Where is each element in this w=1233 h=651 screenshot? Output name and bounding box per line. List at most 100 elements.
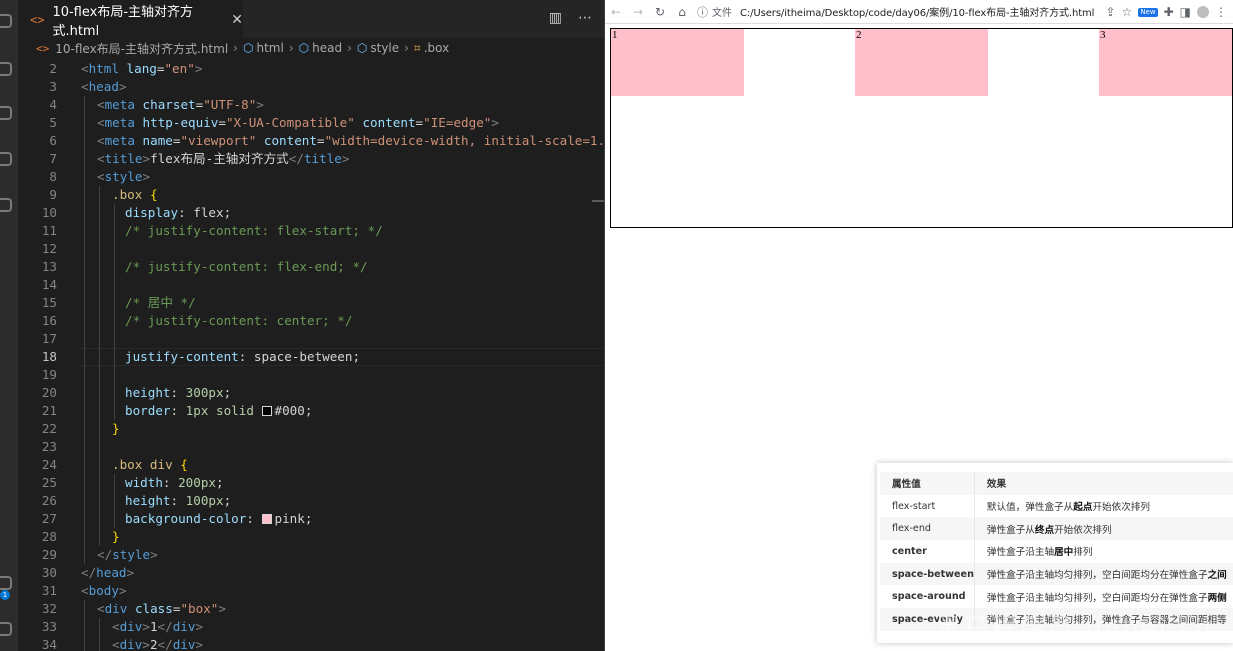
more-actions-icon[interactable]: ⋯ xyxy=(578,10,592,26)
line-number: 14 xyxy=(41,277,57,292)
code-line: 16/* justify-content: center; */ xyxy=(18,312,604,330)
code-line: 8 <style> xyxy=(18,168,604,186)
line-number: 17 xyxy=(41,331,57,346)
code-line: 26 height: 100px; xyxy=(18,492,604,510)
code-line: 23 xyxy=(18,438,604,456)
source-control-icon[interactable] xyxy=(0,106,12,120)
split-editor-icon[interactable]: ▥ xyxy=(549,10,562,26)
line-number: 9 xyxy=(49,187,57,202)
line-number: 29 xyxy=(41,547,57,562)
table-header-row: 属性值 效果 xyxy=(880,472,1233,495)
extensions-icon[interactable] xyxy=(0,198,12,212)
line-number: 10 xyxy=(41,205,57,220)
property-effect: 弹性盒子沿主轴均匀排列，空白间距均分在弹性盒子之间 xyxy=(973,562,1233,586)
tab-title: 10-flex布局-主轴对齐方式.html xyxy=(52,4,194,39)
flex-item: 3 xyxy=(1099,29,1232,96)
code-editor[interactable]: 2 <html lang="en"> 3 <head> 4 <meta charset… xyxy=(18,60,628,651)
table-row: space-between 弹性盒子沿主轴均匀排列，空白间距均分在弹性盒子之间 xyxy=(880,562,1233,586)
code-line: 32 <div class="box"> xyxy=(18,600,604,618)
back-icon[interactable]: ← xyxy=(605,5,627,19)
line-number: 25 xyxy=(41,475,57,490)
code-line-current: 18 justify-content: space-between; xyxy=(18,348,604,366)
activity-bar: 1 xyxy=(0,0,18,651)
profile-avatar[interactable] xyxy=(1197,6,1209,18)
address-scheme: 文件 xyxy=(712,8,732,19)
element-cube-icon: ⬡ xyxy=(298,41,310,55)
notification-badge: 1 xyxy=(0,590,10,600)
account-icon[interactable] xyxy=(0,576,12,590)
scrollbar-marker[interactable] xyxy=(592,200,604,202)
site-info-icon[interactable]: ⓘ xyxy=(697,4,708,20)
code-line: 28} xyxy=(18,528,604,546)
code-line: 21 border: 1px solid #000; xyxy=(18,402,604,420)
reload-icon[interactable]: ↻ xyxy=(649,5,671,19)
bookmark-star-icon[interactable]: ☆ xyxy=(1122,5,1133,19)
line-number: 23 xyxy=(41,439,57,454)
property-effect: 弹性盒子从终点开始依次排列 xyxy=(973,517,1233,541)
breadcrumb-item-box[interactable]: .box xyxy=(424,41,450,55)
property-value: flex-end xyxy=(880,517,975,541)
share-icon[interactable]: ⇪ xyxy=(1105,5,1115,19)
reference-table: 属性值 效果 flex-start 默认值，弹性盒子从起点开始依次排列 flex… xyxy=(880,472,1233,631)
chevron-right-icon: › xyxy=(233,41,238,55)
chevron-right-icon: › xyxy=(404,41,409,55)
explorer-icon[interactable] xyxy=(0,14,12,28)
watermark: 黑马程序员 jinhei.cn xyxy=(935,614,1213,644)
breadcrumb-file[interactable]: 10-flex布局-主轴对齐方式.html xyxy=(55,40,228,57)
element-cube-icon: ⬡ xyxy=(242,41,254,55)
table-row: flex-end 弹性盒子从终点开始依次排列 xyxy=(880,517,1233,541)
code-line: 7 <title>flex布局-主轴对齐方式</title> xyxy=(18,150,604,168)
line-number: 7 xyxy=(49,151,57,166)
color-swatch-black[interactable] xyxy=(261,406,272,416)
chevron-right-icon: › xyxy=(347,41,352,55)
line-number: 20 xyxy=(41,385,57,400)
code-line: 27 background-color: pink; xyxy=(18,510,604,528)
line-number: 19 xyxy=(41,367,57,382)
line-number: 6 xyxy=(49,133,57,148)
home-icon[interactable]: ⌂ xyxy=(671,5,693,19)
property-effect: 默认值，弹性盒子从起点开始依次排列 xyxy=(973,494,1233,518)
code-line: 20 height: 300px; xyxy=(18,384,604,402)
element-cube-icon: ⬡ xyxy=(356,41,368,55)
code-line: 19 xyxy=(18,366,604,384)
breadcrumb-item-style[interactable]: style xyxy=(370,41,399,55)
editor-tab-active[interactable]: <> 10-flex布局-主轴对齐方式.html ✕ xyxy=(18,0,243,39)
line-number: 3 xyxy=(49,79,57,94)
close-icon[interactable]: ✕ xyxy=(231,12,243,28)
flex-item: 1 xyxy=(611,29,744,96)
line-number: 8 xyxy=(49,169,57,184)
line-number: 31 xyxy=(41,583,57,598)
line-number: 13 xyxy=(41,259,57,274)
menu-kebab-icon[interactable]: ⋮ xyxy=(1215,5,1227,19)
table-row: flex-start 默认值，弹性盒子从起点开始依次排列 xyxy=(880,494,1233,518)
address-bar[interactable]: ⓘ 文件 C:/Users/itheima/Desktop/code/day06… xyxy=(697,4,1094,20)
line-number: 30 xyxy=(41,565,57,580)
property-value: space-around xyxy=(892,591,966,603)
line-number: 2 xyxy=(49,61,57,76)
html-file-icon: <> xyxy=(36,41,50,55)
line-number: 33 xyxy=(41,619,57,634)
line-number: 28 xyxy=(41,529,57,544)
breadcrumb-item-head[interactable]: head xyxy=(312,41,342,55)
flex-item: 2 xyxy=(855,29,988,96)
table-row: center 弹性盒子沿主轴居中排列 xyxy=(880,540,1233,563)
forward-icon[interactable]: → xyxy=(627,5,649,19)
color-swatch-pink[interactable] xyxy=(261,514,272,524)
run-debug-icon[interactable] xyxy=(0,152,12,166)
line-number: 34 xyxy=(41,637,57,651)
search-icon[interactable] xyxy=(0,62,12,76)
breadcrumb-item-html[interactable]: html xyxy=(256,41,283,55)
new-extension-badge[interactable]: New xyxy=(1138,7,1158,17)
browser-toolbar: ← → ↻ ⌂ ⓘ 文件 C:/Users/itheima/Desktop/co… xyxy=(605,0,1233,24)
line-number: 15 xyxy=(41,295,57,310)
code-line: 25 width: 200px; xyxy=(18,474,604,492)
address-url[interactable]: C:/Users/itheima/Desktop/code/day06/案例/1… xyxy=(740,4,1094,19)
extensions-puzzle-icon[interactable]: ✚ xyxy=(1164,5,1174,19)
browser-window: ← → ↻ ⌂ ⓘ 文件 C:/Users/itheima/Desktop/co… xyxy=(605,0,1233,651)
line-number: 12 xyxy=(41,241,57,256)
side-panel-icon[interactable]: ◨ xyxy=(1180,5,1191,19)
line-number: 5 xyxy=(49,115,57,130)
line-number: 32 xyxy=(41,601,57,616)
settings-gear-icon[interactable] xyxy=(0,622,12,636)
html-file-icon: <> xyxy=(30,12,45,27)
